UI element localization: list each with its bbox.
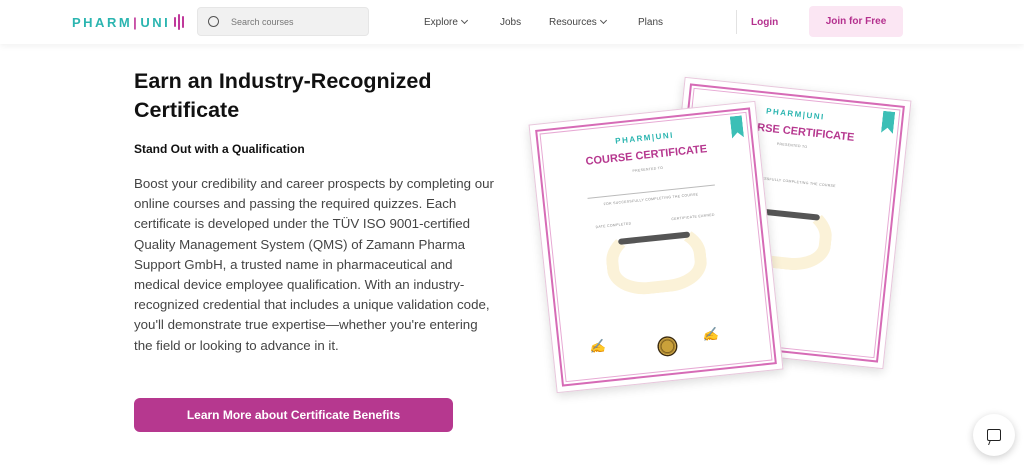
join-for-free-button[interactable]: Join for Free <box>809 6 903 37</box>
logo-bars-icon <box>174 14 185 30</box>
signature-icon: ✍ <box>588 338 607 356</box>
site-header: PHARM|UNI Explore Jobs Resources Plans L… <box>0 0 1024 44</box>
logo-wordmark: PHARM|UNI <box>72 14 171 30</box>
search-icon <box>208 16 219 27</box>
nav-explore[interactable]: Explore <box>424 0 468 44</box>
nav-plans[interactable]: Plans <box>638 0 663 44</box>
search-input[interactable] <box>231 16 351 27</box>
learn-more-certificate-button[interactable]: Learn More about Certificate Benefits <box>134 398 453 432</box>
chat-icon <box>987 429 1001 441</box>
chat-button[interactable] <box>973 414 1015 456</box>
nav-resources[interactable]: Resources <box>549 0 607 44</box>
login-button[interactable]: Login <box>751 0 778 44</box>
pharmuni-logo[interactable]: PHARM|UNI <box>72 11 185 33</box>
ribbon-icon <box>881 111 895 134</box>
laurel-icon <box>602 218 710 299</box>
description-paragraph: Boost your credibility and career prospe… <box>134 176 494 353</box>
section-subtitle: Stand Out with a Qualification <box>134 142 305 156</box>
search-bar[interactable] <box>197 7 369 36</box>
chevron-down-icon <box>599 16 607 25</box>
certificate-front: PHARM|UNI COURSE CERTIFICATE PRESENTED T… <box>528 100 784 394</box>
nav-jobs[interactable]: Jobs <box>500 0 521 44</box>
certificate-illustration: PHARM|UNI COURSE CERTIFICATE PRESENTED T… <box>520 76 912 410</box>
ribbon-icon <box>730 115 744 138</box>
page-title: Earn an Industry-Recognized Certificate <box>134 69 432 122</box>
gold-seal-icon <box>656 335 679 358</box>
signature-icon: ✍ <box>701 326 720 344</box>
header-divider <box>736 10 737 34</box>
chevron-down-icon <box>460 16 468 25</box>
